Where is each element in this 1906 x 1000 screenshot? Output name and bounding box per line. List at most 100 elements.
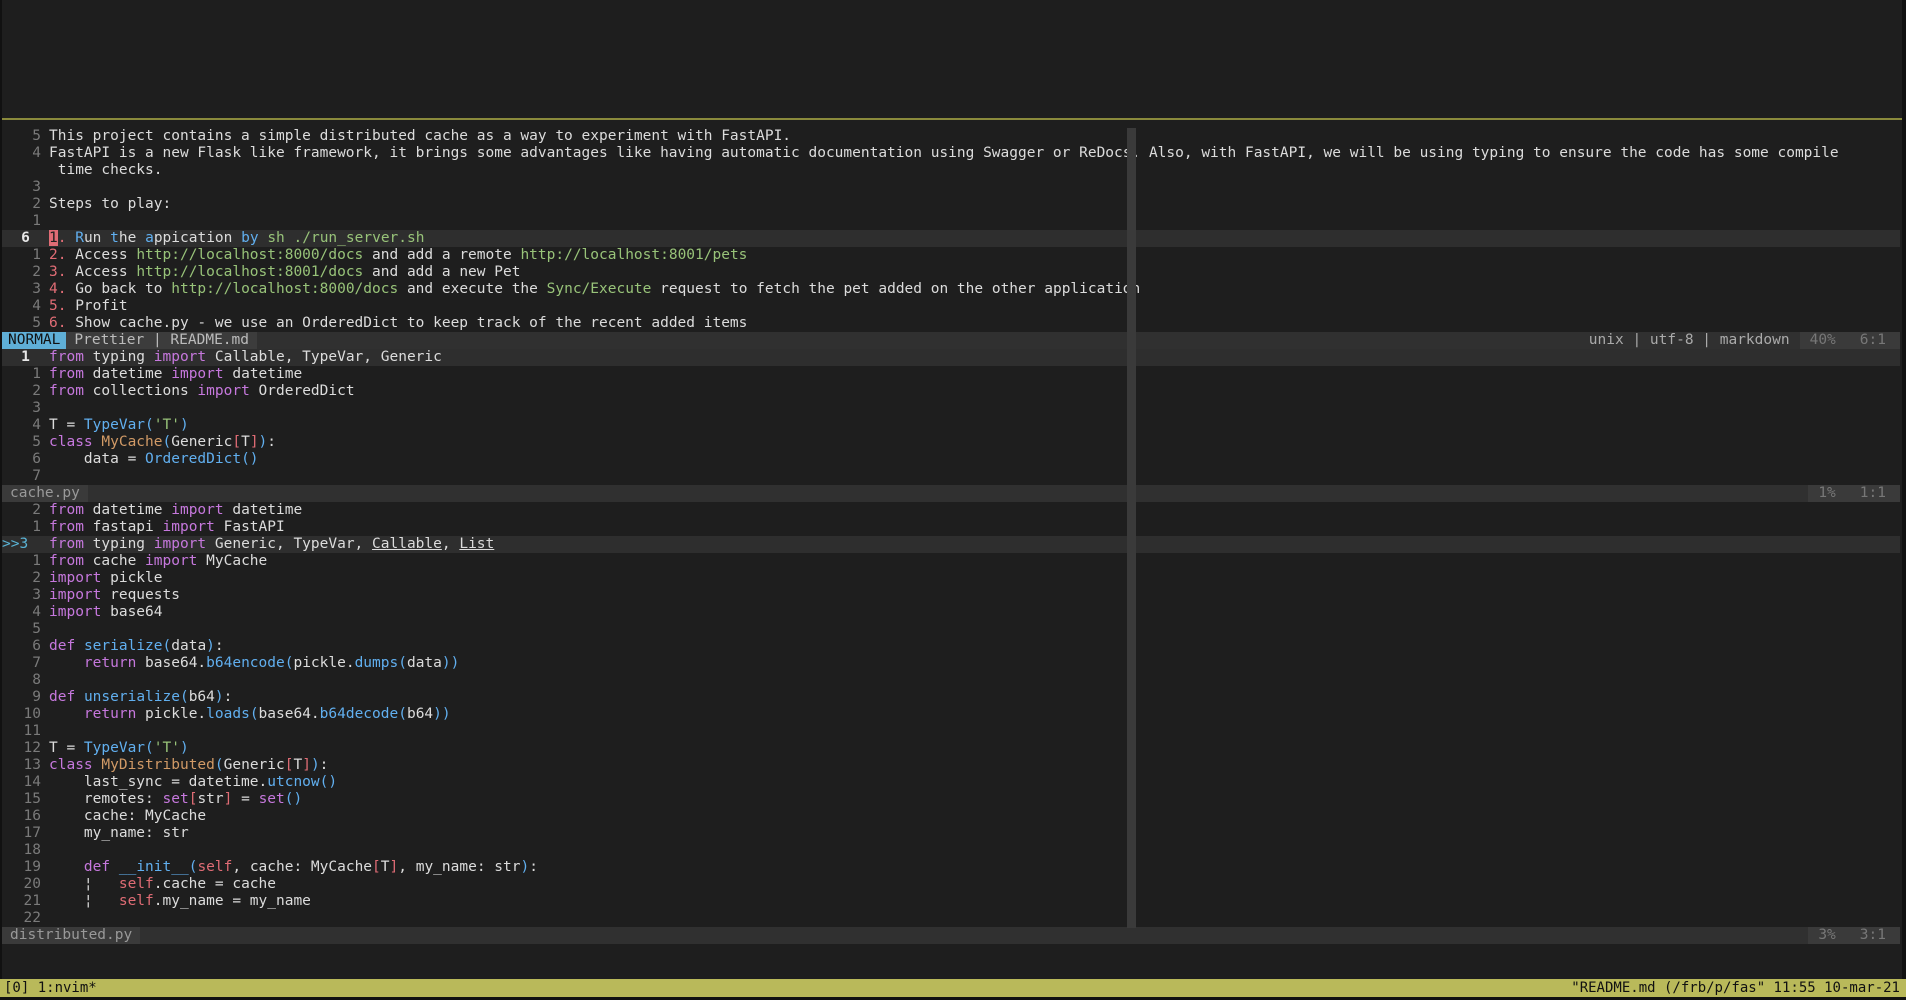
code-line[interactable]: 2 from datetime import datetime xyxy=(2,502,1900,519)
line-text[interactable] xyxy=(49,910,1900,927)
line-text[interactable] xyxy=(49,672,1900,689)
code-line[interactable]: 3 import requests xyxy=(2,587,1900,604)
line-text[interactable]: This project contains a simple distribut… xyxy=(49,128,1900,145)
code-line[interactable]: 6 def serialize(data): xyxy=(2,638,1900,655)
code-line[interactable]: 3 xyxy=(2,179,1900,196)
code-token: )) xyxy=(441,655,460,671)
code-line[interactable]: 3 xyxy=(2,400,1900,417)
code-line[interactable]: 8 xyxy=(2,672,1900,689)
line-text[interactable]: cache: MyCache xyxy=(49,808,1900,825)
line-text[interactable]: ¦ self.cache = cache xyxy=(49,876,1900,893)
readme-buffer[interactable]: 5 This project contains a simple distribu… xyxy=(2,128,1900,332)
code-line[interactable]: 11 xyxy=(2,723,1900,740)
line-text[interactable]: 1. Run the appication by sh ./run_server… xyxy=(49,230,1900,247)
readme-pane[interactable]: 5 This project contains a simple distribu… xyxy=(2,128,1900,349)
code-line[interactable]: 15 remotes: set[str] = set() xyxy=(2,791,1900,808)
code-line[interactable]: 1 from datetime import datetime xyxy=(2,366,1900,383)
code-line[interactable]: 2 3. Access http://localhost:8001/docs an… xyxy=(2,264,1900,281)
statusline-filename: cache.py xyxy=(2,485,88,502)
line-text[interactable]: import base64 xyxy=(49,604,1900,621)
line-text[interactable]: return base64.b64encode(pickle.dumps(dat… xyxy=(49,655,1900,672)
line-text[interactable]: 6. Show cache.py - we use an OrderedDict… xyxy=(49,315,1900,332)
code-line[interactable]: 14 last_sync = datetime.utcnow() xyxy=(2,774,1900,791)
line-text[interactable]: 2. Access http://localhost:8000/docs and… xyxy=(49,247,1900,264)
line-text[interactable]: T = TypeVar('T') xyxy=(49,740,1900,757)
code-line[interactable]: >>3 from typing import Generic, TypeVar, … xyxy=(2,536,1900,553)
code-line[interactable]: 6 data = OrderedDict() xyxy=(2,451,1900,468)
line-text[interactable]: remotes: set[str] = set() xyxy=(49,791,1900,808)
code-line[interactable]: 4 5. Profit xyxy=(2,298,1900,315)
line-text[interactable] xyxy=(49,723,1900,740)
code-line[interactable]: 1 2. Access http://localhost:8000/docs an… xyxy=(2,247,1900,264)
code-line[interactable]: 16 cache: MyCache xyxy=(2,808,1900,825)
code-line[interactable]: 6 1. Run the appication by sh ./run_serve… xyxy=(2,230,1900,247)
code-line[interactable]: 13 class MyDistributed(Generic[T]): xyxy=(2,757,1900,774)
line-text[interactable]: 5. Profit xyxy=(49,298,1900,315)
line-text[interactable]: from cache import MyCache xyxy=(49,553,1900,570)
code-line[interactable]: 5 class MyCache(Generic[T]): xyxy=(2,434,1900,451)
code-line[interactable]: 12 T = TypeVar('T') xyxy=(2,740,1900,757)
code-line[interactable]: 1 from cache import MyCache xyxy=(2,553,1900,570)
code-line[interactable]: 4 import base64 xyxy=(2,604,1900,621)
code-line[interactable]: 4 FastAPI is a new Flask like framework, … xyxy=(2,145,1900,162)
line-text[interactable]: def __init__(self, cache: MyCache[T], my… xyxy=(49,859,1900,876)
line-text[interactable]: def serialize(data): xyxy=(49,638,1900,655)
code-line[interactable]: 17 my_name: str xyxy=(2,825,1900,842)
line-text[interactable]: from typing import Generic, TypeVar, Cal… xyxy=(49,536,1900,553)
line-text[interactable]: last_sync = datetime.utcnow() xyxy=(49,774,1900,791)
distributed-pane[interactable]: 2 from datetime import datetime 1 from fast… xyxy=(2,502,1900,944)
code-line[interactable]: 7 xyxy=(2,468,1900,485)
code-line[interactable]: 10 return pickle.loads(base64.b64decode(… xyxy=(2,706,1900,723)
line-text[interactable]: from datetime import datetime xyxy=(49,366,1900,383)
line-text[interactable]: T = TypeVar('T') xyxy=(49,417,1900,434)
line-text[interactable]: import requests xyxy=(49,587,1900,604)
line-text[interactable]: from datetime import datetime xyxy=(49,502,1900,519)
line-text[interactable]: time checks. xyxy=(49,162,1900,179)
code-line[interactable]: 22 xyxy=(2,910,1900,927)
tmux-window-list[interactable]: [0] 1:nvim* xyxy=(0,979,97,997)
line-text[interactable] xyxy=(49,468,1900,485)
code-line[interactable]: 2 Steps to play: xyxy=(2,196,1900,213)
code-line[interactable]: 5 6. Show cache.py - we use an OrderedDic… xyxy=(2,315,1900,332)
code-line[interactable]: 1 xyxy=(2,213,1900,230)
code-line[interactable]: 5 xyxy=(2,621,1900,638)
code-line[interactable]: 1 from fastapi import FastAPI xyxy=(2,519,1900,536)
line-text[interactable]: data = OrderedDict() xyxy=(49,451,1900,468)
line-text[interactable]: return pickle.loads(base64.b64decode(b64… xyxy=(49,706,1900,723)
line-text[interactable]: from typing import Callable, TypeVar, Ge… xyxy=(49,349,1900,366)
code-line[interactable]: 20 ¦ self.cache = cache xyxy=(2,876,1900,893)
line-text[interactable]: class MyDistributed(Generic[T]): xyxy=(49,757,1900,774)
code-line[interactable]: time checks. xyxy=(2,162,1900,179)
cache-buffer[interactable]: 1 from typing import Callable, TypeVar, G… xyxy=(2,349,1900,485)
line-text[interactable]: from fastapi import FastAPI xyxy=(49,519,1900,536)
cache-pane[interactable]: 1 from typing import Callable, TypeVar, G… xyxy=(2,349,1900,502)
code-line[interactable]: 21 ¦ self.my_name = my_name xyxy=(2,893,1900,910)
line-text[interactable] xyxy=(49,213,1900,230)
line-text[interactable] xyxy=(49,621,1900,638)
line-text[interactable] xyxy=(49,179,1900,196)
code-line[interactable]: 7 return base64.b64encode(pickle.dumps(d… xyxy=(2,655,1900,672)
line-text[interactable]: 4. Go back to http://localhost:8000/docs… xyxy=(49,281,1900,298)
code-line[interactable]: 19 def __init__(self, cache: MyCache[T],… xyxy=(2,859,1900,876)
line-text[interactable]: my_name: str xyxy=(49,825,1900,842)
line-text[interactable]: Steps to play: xyxy=(49,196,1900,213)
distributed-buffer[interactable]: 2 from datetime import datetime 1 from fast… xyxy=(2,502,1900,927)
code-line[interactable]: 9 def unserialize(b64): xyxy=(2,689,1900,706)
code-line[interactable]: 2 from collections import OrderedDict xyxy=(2,383,1900,400)
code-line[interactable]: 5 This project contains a simple distribu… xyxy=(2,128,1900,145)
line-text[interactable] xyxy=(49,400,1900,417)
line-text[interactable]: 3. Access http://localhost:8001/docs and… xyxy=(49,264,1900,281)
code-line[interactable]: 2 import pickle xyxy=(2,570,1900,587)
line-text[interactable]: class MyCache(Generic[T]): xyxy=(49,434,1900,451)
line-text[interactable] xyxy=(49,842,1900,859)
code-line[interactable]: 18 xyxy=(2,842,1900,859)
line-text[interactable]: from collections import OrderedDict xyxy=(49,383,1900,400)
line-text[interactable]: def unserialize(b64): xyxy=(49,689,1900,706)
line-text[interactable]: ¦ self.my_name = my_name xyxy=(49,893,1900,910)
line-text[interactable]: import pickle xyxy=(49,570,1900,587)
code-line[interactable]: 3 4. Go back to http://localhost:8000/doc… xyxy=(2,281,1900,298)
vertical-split-separator[interactable] xyxy=(1127,128,1136,928)
code-line[interactable]: 4 T = TypeVar('T') xyxy=(2,417,1900,434)
line-text[interactable]: FastAPI is a new Flask like framework, i… xyxy=(49,145,1900,162)
code-line[interactable]: 1 from typing import Callable, TypeVar, G… xyxy=(2,349,1900,366)
